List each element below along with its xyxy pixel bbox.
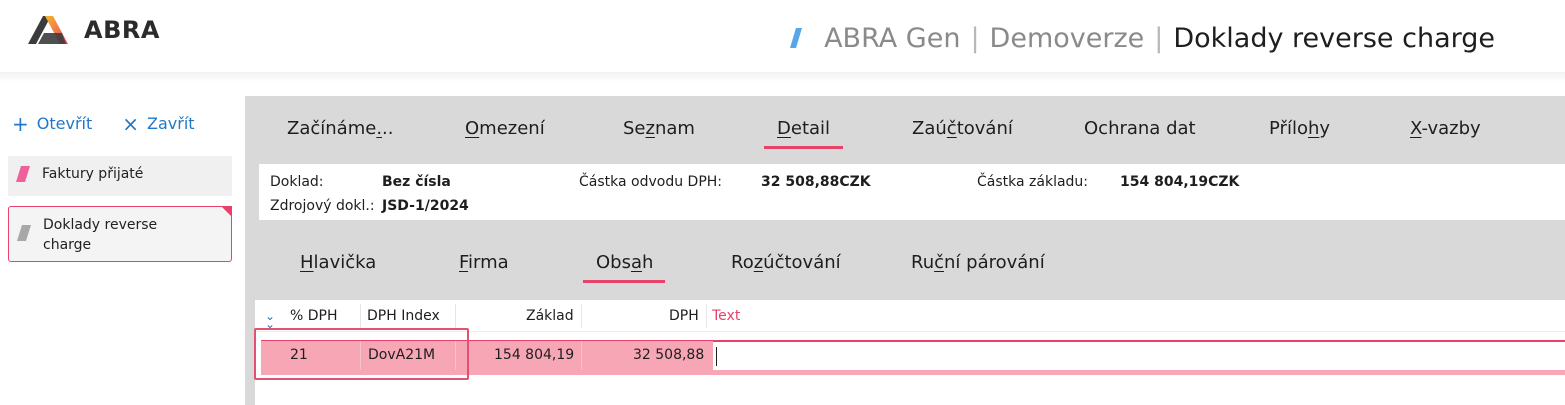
title-edition: Demoverze	[989, 22, 1145, 54]
column-header-text[interactable]: Text	[712, 308, 740, 324]
sub-tab-bar: Hlavička Firma Obsah Rozúčtování Ruční p…	[245, 226, 1565, 296]
window-title: ABRA Gen | Demoverze | Doklady reverse c…	[790, 18, 1495, 58]
cell-text-input[interactable]	[713, 341, 1565, 371]
zdroj-value: JSD-1/2024	[382, 198, 469, 214]
tab-detail[interactable]: Detail	[777, 118, 830, 139]
castka-zakladu-value: 154 804,19CZK	[1120, 174, 1240, 190]
document-tag-icon	[17, 225, 31, 241]
tab-rucni-parovani[interactable]: Ruční párování	[911, 252, 1045, 273]
sidebar-item-doklady-reverse-charge[interactable]: Doklady reverse charge	[8, 206, 232, 262]
text-caret	[716, 347, 717, 366]
title-separator: |	[1154, 22, 1164, 54]
open-button[interactable]: + Otevřít	[12, 111, 93, 136]
sidebar-item-label-line2: charge	[43, 237, 92, 253]
tab-firma[interactable]: Firma	[459, 252, 509, 273]
app-header: ABRA ABRA Gen | Demoverze | Doklady reve…	[0, 0, 1565, 76]
tab-zaciname[interactable]: Začínáme...	[287, 118, 394, 139]
cell-zaklad[interactable]: 154 804,19	[494, 347, 574, 363]
castka-dph-label: Částka odvodu DPH:	[579, 174, 723, 190]
column-separator[interactable]	[455, 304, 456, 328]
column-header-dph-pct[interactable]: % DPH	[290, 308, 338, 324]
subtab-active-indicator	[583, 280, 665, 283]
tab-active-indicator	[764, 146, 843, 149]
close-button[interactable]: × Zavřít	[122, 111, 195, 136]
top-tab-bar: Začínáme... Omezení Seznam Detail Zaúčto…	[245, 96, 1565, 160]
title-separator: |	[970, 22, 980, 54]
tab-rozuctovani[interactable]: Rozúčtování	[731, 252, 841, 273]
active-corner-marker	[221, 206, 232, 217]
column-separator[interactable]	[581, 304, 582, 328]
cell-separator	[581, 341, 582, 371]
tab-ochrana-dat[interactable]: Ochrana dat	[1084, 118, 1196, 139]
chevron-double-down-icon[interactable]: ⌄ ⌄	[265, 310, 275, 330]
tab-x-vazby[interactable]: X-vazby	[1410, 118, 1481, 139]
document-info-panel: Doklad: Bez čísla Zdrojový dokl.: JSD-1/…	[259, 164, 1565, 220]
doklad-value: Bez čísla	[382, 174, 451, 190]
column-header-dph[interactable]: DPH	[669, 308, 699, 324]
selection-highlight-box	[254, 328, 469, 380]
title-app: ABRA Gen	[824, 22, 961, 54]
close-label: Zavřít	[147, 114, 195, 133]
abra-logo-icon	[28, 16, 68, 44]
sidebar-item-label: Doklady reverse charge	[43, 215, 157, 255]
castka-dph-value: 32 508,88CZK	[761, 174, 871, 190]
tab-prilohy[interactable]: Přílohy	[1269, 118, 1330, 139]
close-icon: ×	[122, 111, 140, 136]
column-header-dph-index[interactable]: DPH Index	[367, 308, 440, 324]
abra-logo: ABRA	[28, 14, 160, 46]
doklad-label: Doklad:	[270, 174, 324, 190]
sidebar-item-label: Faktury přijaté	[42, 166, 144, 182]
column-header-zaklad[interactable]: Základ	[526, 308, 574, 324]
logo-text: ABRA	[84, 16, 160, 44]
tab-seznam[interactable]: Seznam	[623, 118, 695, 139]
sidebar: + Otevřít × Zavřít Faktury přijaté Dokla…	[0, 96, 244, 405]
sidebar-actions: + Otevřít × Zavřít	[12, 111, 195, 136]
sidebar-item-label-line1: Doklady reverse	[43, 217, 158, 233]
plus-icon: +	[12, 111, 29, 136]
open-label: Otevřít	[36, 114, 93, 133]
document-tag-icon	[16, 166, 30, 182]
cell-dph[interactable]: 32 508,88	[633, 347, 704, 363]
column-separator[interactable]	[706, 304, 707, 328]
tab-zauctovani[interactable]: Zaúčtování	[912, 118, 1013, 139]
tab-hlavicka[interactable]: Hlavička	[300, 252, 376, 273]
header-shadow	[0, 72, 1565, 82]
zdroj-label: Zdrojový dokl.:	[270, 198, 375, 214]
tab-omezeni[interactable]: Omezení	[465, 118, 545, 139]
sidebar-item-faktury-prijate[interactable]: Faktury přijaté	[8, 156, 232, 196]
slash-icon	[790, 28, 803, 48]
column-separator[interactable]	[360, 304, 361, 328]
tab-obsah[interactable]: Obsah	[596, 252, 653, 273]
castka-zakladu-label: Částka základu:	[977, 174, 1089, 190]
title-module: Doklady reverse charge	[1173, 22, 1495, 54]
